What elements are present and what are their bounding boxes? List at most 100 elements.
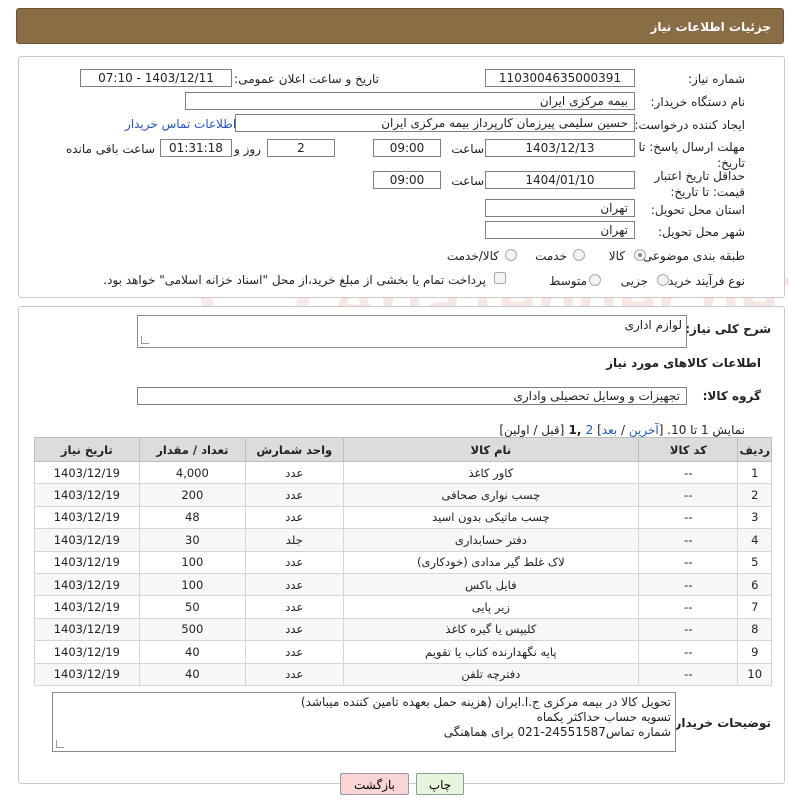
city-field: تهران <box>485 221 635 239</box>
cell-unit: عدد <box>245 662 344 686</box>
cell-qty: 500 <box>138 617 247 642</box>
cell-row: 9 <box>737 640 772 664</box>
cell-date: 1403/12/19 <box>34 505 140 530</box>
cell-row: 8 <box>737 617 772 642</box>
pager-last-link[interactable]: آخرین <box>629 423 659 437</box>
table-row[interactable]: 6 -- فایل باکس عدد 100 1403/12/19 <box>34 572 772 597</box>
table-row[interactable]: 2 -- چسب نواری صحافی عدد 200 1403/12/19 <box>34 483 772 507</box>
items-table: ردیف کد کالا نام کالا واحد شمارش تعداد /… <box>34 437 772 686</box>
category-radio-goods[interactable] <box>634 249 646 261</box>
cell-date: 1403/12/19 <box>34 572 140 597</box>
category-radio-both[interactable] <box>505 249 517 261</box>
process-radio-minor[interactable] <box>657 274 669 286</box>
cell-name: چسب ماتیکی بدون اسید <box>342 505 640 530</box>
page-header: جزئیات اطلاعات نیاز <box>16 8 784 44</box>
cell-unit: عدد <box>245 505 344 530</box>
cell-date: 1403/12/19 <box>34 483 140 507</box>
table-header-row: ردیف کد کالا نام کالا واحد شمارش تعداد /… <box>34 437 772 462</box>
table-row[interactable]: 10 -- دفترچه تلفن عدد 40 1403/12/19 <box>34 662 772 686</box>
validity-label: حداقل تاریخ اعتبار قیمت: تا تاریخ: <box>654 169 745 199</box>
treasury-checkbox[interactable] <box>494 272 506 284</box>
pager-next-link[interactable]: بعد <box>602 423 617 437</box>
buyer-notes-resize-handle[interactable] <box>56 740 64 748</box>
col-qty-header: تعداد / مقدار <box>138 437 247 462</box>
deadline-time-label: ساعت <box>451 142 484 156</box>
process-label: نوع فرآیند خرید : <box>660 274 745 288</box>
col-code-header: کد کالا <box>638 437 739 462</box>
items-table-body: 1 -- کاور کاغذ عدد 4,000 1403/12/19 2 -- چسب نو… <box>34 460 772 686</box>
col-unit-header: واحد شمارش <box>245 437 344 462</box>
cell-qty: 4,000 <box>138 460 247 485</box>
creator-field: حسین سلیمی پیرزمان کارپرداز بیمه مرکزی ا… <box>235 114 635 132</box>
buyer-notes-line: شماره تماس24551587-021 برای هماهنگی <box>443 725 671 739</box>
cell-qty: 30 <box>138 528 247 552</box>
cell-row: 10 <box>737 662 772 686</box>
cell-qty: 48 <box>138 505 247 530</box>
cell-code: -- <box>638 505 739 530</box>
announce-label: تاریخ و ساعت اعلان عمومی: <box>234 72 379 86</box>
validity-date-field: 1404/01/10 <box>485 171 635 189</box>
print-button[interactable]: چاپ <box>416 773 464 795</box>
cell-qty: 200 <box>138 483 247 507</box>
validity-time-label: ساعت <box>451 174 484 188</box>
cell-name: زیر پایی <box>342 595 640 619</box>
table-row[interactable]: 8 -- کلیپس یا گیره کاغذ عدد 500 1403/12/19 <box>34 617 772 642</box>
cell-code: -- <box>638 572 739 597</box>
contact-info-link[interactable]: اطلاعات تماس خریدار <box>125 117 236 131</box>
cell-row: 4 <box>737 528 772 552</box>
buyer-notes-label: توضیحات خریدار: <box>669 716 771 730</box>
table-row[interactable]: 5 -- لاک غلط گیر مدادی (خودکاری) عدد 100 1403… <box>34 550 772 574</box>
remaining-time-field: 01:31:18 <box>160 139 232 157</box>
buyer-notes-line: تحویل کالا در بیمه مرکزی ج.ا.ایران (هزین… <box>300 695 671 709</box>
cell-name: پایه نگهدارنده کتاب یا تقویم <box>342 640 640 664</box>
table-row[interactable]: 9 -- پایه نگهدارنده کتاب یا تقویم عدد 40 1403… <box>34 640 772 664</box>
buyer-notes-line: تسویه حساب حداکثر یکماه <box>536 710 671 724</box>
summary-field: لوازم اداری <box>137 315 687 348</box>
cell-date: 1403/12/19 <box>34 528 140 552</box>
need-number-label: شماره نیاز: <box>688 72 745 86</box>
cell-date: 1403/12/19 <box>34 460 140 485</box>
cell-name: چسب نواری صحافی <box>342 483 640 507</box>
cell-unit: عدد <box>245 550 344 574</box>
deadline-date-field: 1403/12/13 <box>485 139 635 157</box>
announce-field: 1403/12/11 - 07:10 <box>80 69 232 87</box>
page-title: جزئیات اطلاعات نیاز <box>650 20 771 34</box>
cell-code: -- <box>638 483 739 507</box>
cell-name: فایل باکس <box>342 572 640 597</box>
province-label: استان محل تحویل: <box>650 203 745 217</box>
cell-date: 1403/12/19 <box>34 550 140 574</box>
deadline-time-field: 09:00 <box>373 139 441 157</box>
category-radio-service[interactable] <box>573 249 585 261</box>
cell-code: -- <box>638 550 739 574</box>
group-field: تجهیزات و وسایل تحصیلی واداری <box>137 387 687 405</box>
cell-row: 3 <box>737 505 772 530</box>
cell-date: 1403/12/19 <box>34 662 140 686</box>
table-row[interactable]: 7 -- زیر پایی عدد 50 1403/12/19 <box>34 595 772 619</box>
cell-code: -- <box>638 460 739 485</box>
back-button[interactable]: بازگشت <box>340 773 409 795</box>
buyer-org-field: بیمه مرکزی ایران <box>185 92 635 110</box>
cell-row: 6 <box>737 572 772 597</box>
cell-date: 1403/12/19 <box>34 640 140 664</box>
remaining-label: ساعت باقی مانده <box>65 142 155 156</box>
summary-resize-handle[interactable] <box>141 336 149 344</box>
cell-qty: 40 <box>138 662 247 686</box>
group-label: گروه کالا: <box>702 389 761 403</box>
category-option-both: کالا/خدمت <box>446 249 499 263</box>
pager-current-page: ,1 <box>564 423 586 437</box>
pager-prefix: نمایش 1 تا 10. [ <box>658 423 745 437</box>
days-label: روز و <box>234 142 261 156</box>
creator-label: ایجاد کننده درخواست: <box>634 118 745 132</box>
table-row[interactable]: 3 -- چسب ماتیکی بدون اسید عدد 48 1403/12/19 <box>34 505 772 530</box>
items-title: اطلاعات کالاهای مورد نیاز <box>606 356 761 370</box>
process-radio-medium[interactable] <box>589 274 601 286</box>
process-option-medium: متوسط <box>549 274 587 288</box>
table-row[interactable]: 1 -- کاور کاغذ عدد 4,000 1403/12/19 <box>34 460 772 485</box>
city-label: شهر محل تحویل: <box>658 225 745 239</box>
summary-label: شرح کلی نیاز: <box>685 322 771 336</box>
table-row[interactable]: 4 -- دفتر حسابداری جلد 30 1403/12/19 <box>34 528 772 552</box>
buyer-org-label: نام دستگاه خریدار: <box>650 95 746 109</box>
need-number-field: 1103004635000391 <box>485 69 635 87</box>
category-label: طبقه بندی موضوعی: <box>638 249 745 263</box>
cell-code: -- <box>638 617 739 642</box>
